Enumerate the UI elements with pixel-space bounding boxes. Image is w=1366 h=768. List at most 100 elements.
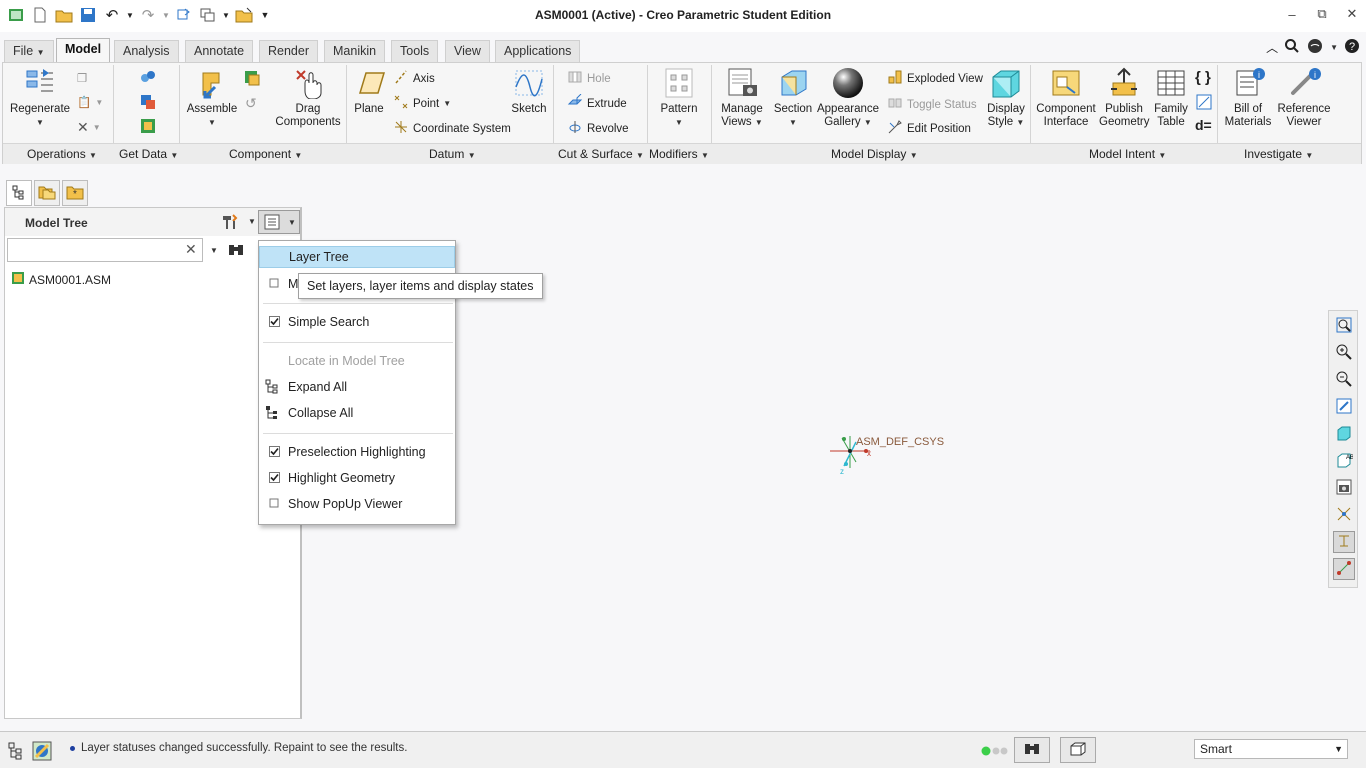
find-button[interactable] [1014,737,1050,763]
search-dropdown-icon[interactable]: ▼ [210,246,218,255]
group-modifiers[interactable]: Modifiers ▼ [649,147,709,161]
tree-settings-dropdown-icon[interactable]: ▼ [248,217,256,226]
refit-button[interactable] [1333,315,1355,337]
zoom-in-button[interactable] [1333,342,1355,364]
tab-view[interactable]: View [445,40,490,62]
family-table-button[interactable]: Family Table [1151,67,1191,129]
csys-x-label: x [867,449,871,458]
model-tree-tab[interactable] [6,180,32,206]
assemble-icon [195,67,229,99]
display-style-button[interactable]: Display Style ▼ [985,67,1027,129]
paste-button[interactable]: 📋 ▼ [77,95,103,109]
menu-item-locate-in-model-tree[interactable]: Locate in Model Tree [259,350,455,372]
component-interface-button[interactable]: Component Interface [1035,67,1097,129]
annotation-display-button[interactable] [1333,558,1355,580]
show-menu-button[interactable]: ▼ [258,210,300,234]
parameters-button[interactable] [1195,93,1213,114]
community-dropdown-icon[interactable]: ▼ [1330,43,1338,52]
toggle-navigator-icon[interactable] [8,742,24,763]
group-get-data[interactable]: Get Data ▼ [119,147,178,161]
regenerate-button[interactable]: Regenerate ▼ [9,67,71,129]
menu-item-preselection-highlighting[interactable]: Preselection Highlighting [259,441,455,463]
saved-orientations-button[interactable] [1333,423,1355,445]
selection-filter-select[interactable]: Smart ▼ [1194,739,1348,759]
repaint-button[interactable] [1333,396,1355,418]
community-icon[interactable] [1306,38,1324,57]
group-investigate[interactable]: Investigate ▼ [1244,147,1313,161]
toggle-browser-icon[interactable] [32,741,52,764]
hole-button[interactable]: Hole [567,69,611,88]
minimize-icon[interactable]: – [1284,6,1300,22]
publish-geometry-button[interactable]: Publish Geometry [1099,67,1150,129]
exploded-view-button[interactable]: Exploded View [887,69,983,88]
menu-item-layer-tree[interactable]: Layer Tree [259,246,455,268]
drag-components-button[interactable]: Drag Components [275,67,341,129]
switch-dimensions-button[interactable]: d= [1195,117,1212,133]
manage-views-button[interactable]: Manage Views ▼ [715,67,769,129]
axis-button[interactable]: Axis [393,69,435,88]
datum-display-button[interactable] [1333,504,1355,526]
group-cut-surface[interactable]: Cut & Surface ▼ [558,147,644,161]
tab-annotate[interactable]: Annotate [185,40,254,62]
assemble-button[interactable]: Assemble ▼ [183,67,241,129]
menu-item-expand-all[interactable]: Expand All [259,376,455,398]
coordinate-system-button[interactable]: Coordinate System [393,119,511,138]
tree-item-root[interactable]: ASM0001.ASM [11,271,111,288]
plane-button[interactable]: Plane [351,67,387,116]
view-manager-button[interactable]: AB [1333,450,1355,472]
tab-analysis[interactable]: Analysis [114,40,179,62]
plane-icon [352,67,386,99]
tab-applications[interactable]: Applications [495,40,581,62]
get-data-button-1[interactable] [139,69,157,90]
pattern-button[interactable]: Pattern ▼ [655,67,703,129]
selection-box-button[interactable] [1060,737,1096,763]
help-icon[interactable]: ? [1344,38,1360,57]
revolve-button[interactable]: Revolve [567,119,629,138]
tree-settings-icon[interactable] [221,213,239,234]
collapse-ribbon-icon[interactable]: ︿ [1266,39,1278,56]
group-datum[interactable]: Datum ▼ [429,147,476,161]
point-button[interactable]: Point ▼ [393,94,451,113]
clear-search-icon[interactable]: ✕ [185,241,197,258]
section-button[interactable]: Section ▼ [771,67,815,129]
bill-of-materials-button[interactable]: i Bill of Materials [1221,67,1275,129]
relations-button[interactable]: { } [1195,69,1211,86]
repeat-button[interactable]: ↺ [245,95,257,112]
ribbon-tabs: File ▼ Model Analysis Annotate Render Ma… [0,38,1366,62]
toggle-status-button[interactable]: Toggle Status [887,95,977,114]
tab-tools[interactable]: Tools [391,40,439,62]
tab-render[interactable]: Render [259,40,318,62]
group-model-display[interactable]: Model Display ▼ [831,147,918,161]
tab-file[interactable]: File ▼ [4,40,54,62]
get-data-button-2[interactable] [139,93,157,114]
search-icon[interactable] [1284,38,1300,57]
model-tree-icon [11,184,27,203]
restore-icon[interactable]: ⧉ [1314,6,1330,22]
group-component[interactable]: Component ▼ [229,147,302,161]
delete-button[interactable]: ✕ ▼ [77,119,101,136]
named-views-button[interactable] [1333,477,1355,499]
menu-item-show-popup-viewer[interactable]: Show PopUp Viewer [259,493,455,515]
folder-browser-tab[interactable] [34,180,60,206]
menu-item-highlight-geometry[interactable]: Highlight Geometry [259,467,455,489]
sketch-button[interactable]: Sketch [509,67,549,116]
spin-center-button[interactable] [1333,531,1355,553]
reference-viewer-button[interactable]: i Reference Viewer [1275,67,1333,129]
appearance-gallery-button[interactable]: Appearance Gallery ▼ [815,67,881,129]
create-component-button[interactable] [243,69,261,90]
edit-position-button[interactable]: Edit Position [887,119,971,138]
copy-button[interactable]: ❐ [77,71,87,85]
menu-item-simple-search[interactable]: Simple Search [259,311,455,333]
menu-item-collapse-all[interactable]: Collapse All [259,402,455,424]
tab-model[interactable]: Model [56,38,111,62]
close-icon[interactable]: ✕ [1344,6,1360,22]
group-operations[interactable]: Operations ▼ [27,147,97,161]
zoom-out-button[interactable] [1333,369,1355,391]
get-data-button-3[interactable] [139,117,157,138]
extrude-button[interactable]: Extrude [567,93,627,113]
find-icon[interactable] [227,242,245,261]
favorites-tab[interactable]: * [62,180,88,206]
group-model-intent[interactable]: Model Intent ▼ [1089,147,1166,161]
tab-manikin[interactable]: Manikin [324,40,386,62]
tree-search-input[interactable] [7,238,203,262]
